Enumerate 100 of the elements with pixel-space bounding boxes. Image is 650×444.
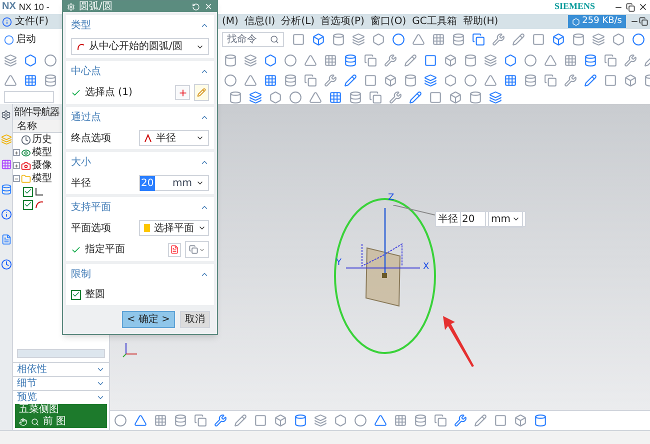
grid-icon[interactable] (154, 414, 167, 427)
circle-icon[interactable] (284, 54, 297, 66)
menu-item[interactable]: 帮助(H) (462, 14, 498, 29)
restore-icon[interactable] (639, 17, 648, 26)
cylinder-icon[interactable] (534, 414, 547, 427)
option-dropdown[interactable]: 半径 (139, 130, 209, 146)
copy-icon[interactable] (364, 54, 377, 66)
pencil-icon[interactable] (474, 414, 487, 427)
info-icon[interactable] (0, 209, 12, 220)
settings-icon[interactable] (1, 110, 11, 120)
copy-icon[interactable] (369, 90, 382, 104)
square-icon[interactable] (604, 74, 617, 86)
wrench-icon[interactable] (454, 414, 467, 427)
start-button[interactable]: 启动 (4, 32, 36, 47)
document-icon[interactable] (170, 245, 179, 254)
hexagon-icon[interactable] (372, 33, 385, 46)
triangle-icon[interactable] (134, 414, 147, 427)
section-title[interactable]: 支持平面 (71, 200, 200, 215)
hexagon-icon[interactable] (24, 54, 37, 66)
stack-icon[interactable] (349, 90, 362, 104)
pencil-icon[interactable] (344, 74, 357, 86)
square-icon[interactable] (494, 414, 507, 427)
ok-button[interactable]: < 确定 > (122, 311, 175, 328)
checkbox[interactable] (71, 290, 81, 300)
pencil-icon[interactable] (409, 90, 422, 104)
hexagon-icon[interactable] (264, 54, 277, 66)
zoom-icon[interactable] (31, 418, 39, 426)
assembly-icon[interactable] (0, 134, 12, 145)
tree-item[interactable]: 摄像 (32, 158, 52, 173)
plane-picker-button[interactable] (185, 241, 209, 258)
cube-icon[interactable] (384, 74, 397, 86)
cube-icon[interactable] (624, 74, 637, 86)
wrench-icon[interactable] (214, 414, 227, 427)
checkbox[interactable] (23, 200, 33, 210)
grid-icon[interactable] (264, 74, 277, 86)
layers-icon[interactable] (4, 54, 17, 66)
collapse-icon[interactable] (200, 67, 209, 76)
panel-header[interactable]: 预览 (17, 390, 96, 405)
triangle-icon[interactable] (304, 54, 317, 66)
hexagon-icon[interactable] (334, 414, 347, 427)
triangle-icon[interactable] (374, 414, 387, 427)
radius-field[interactable]: 20 (460, 210, 486, 228)
radius-field[interactable]: 20 mm (139, 175, 209, 191)
grid-icon[interactable] (329, 90, 342, 104)
triangle-icon[interactable] (544, 54, 557, 66)
grid-icon[interactable] (394, 414, 407, 427)
cube-icon[interactable] (312, 33, 325, 46)
layers-icon[interactable] (484, 54, 497, 66)
section-title[interactable]: 限制 (71, 267, 200, 282)
menu-item[interactable]: 首选项(P) (320, 14, 364, 29)
cube-icon[interactable] (449, 90, 462, 104)
copy-icon[interactable] (604, 54, 617, 66)
cylinder-icon[interactable] (229, 90, 242, 104)
pan-icon[interactable] (19, 418, 27, 426)
cube-icon[interactable] (444, 54, 457, 66)
point-picker-button[interactable] (194, 84, 209, 101)
pencil-icon[interactable] (404, 54, 417, 66)
menu-item[interactable]: 文件(F) (15, 14, 49, 29)
circle-icon[interactable] (632, 33, 645, 46)
expand-toggle[interactable] (13, 149, 20, 156)
cylinder-icon[interactable] (294, 414, 307, 427)
section-title[interactable]: 中心点 (71, 64, 200, 79)
grid-icon[interactable] (504, 74, 517, 86)
horizontal-scrollbar[interactable] (17, 349, 105, 358)
cylinder-icon[interactable] (464, 54, 477, 66)
expand-icon[interactable] (96, 379, 105, 388)
triangle-icon[interactable] (4, 74, 17, 86)
grid-icon[interactable] (432, 33, 445, 46)
hexagon-icon[interactable] (444, 74, 457, 86)
expand-icon[interactable] (96, 393, 105, 402)
square-icon[interactable] (364, 74, 377, 86)
search-icon[interactable] (270, 35, 279, 44)
section-title[interactable]: 大小 (71, 155, 200, 170)
cube-icon[interactable] (514, 414, 527, 427)
reset-icon[interactable] (192, 2, 200, 10)
triangle-icon[interactable] (484, 74, 497, 86)
menu-item[interactable]: 信息(I) (244, 14, 276, 29)
collapse-toggle[interactable] (13, 175, 20, 182)
stack-icon[interactable] (414, 414, 427, 427)
pencil-icon[interactable] (512, 33, 525, 46)
square-icon[interactable] (254, 414, 267, 427)
circle-icon[interactable] (44, 54, 57, 66)
hexagon-icon[interactable] (612, 33, 625, 46)
pencil-icon[interactable] (234, 414, 247, 427)
circle-icon[interactable] (114, 414, 127, 427)
layers-icon[interactable] (314, 414, 327, 427)
wrench-icon[interactable] (492, 33, 505, 46)
menu-item[interactable]: (M) (222, 14, 238, 29)
option-dropdown[interactable]: 选择平面 (139, 220, 209, 236)
cylinder-icon[interactable] (332, 33, 345, 46)
collapse-icon[interactable] (200, 113, 209, 122)
grid-icon[interactable] (564, 54, 577, 66)
stack-icon[interactable] (452, 33, 465, 46)
wrench-icon[interactable] (324, 74, 337, 86)
menu-item[interactable]: 分析(L) (281, 14, 315, 29)
cylinder-icon[interactable] (404, 74, 417, 86)
tree-item[interactable]: 历史 (32, 132, 52, 147)
type-dropdown[interactable]: 从中心开始的圆弧/圆 (71, 38, 209, 55)
expand-icon[interactable] (96, 365, 105, 374)
clock-icon[interactable] (0, 259, 12, 270)
